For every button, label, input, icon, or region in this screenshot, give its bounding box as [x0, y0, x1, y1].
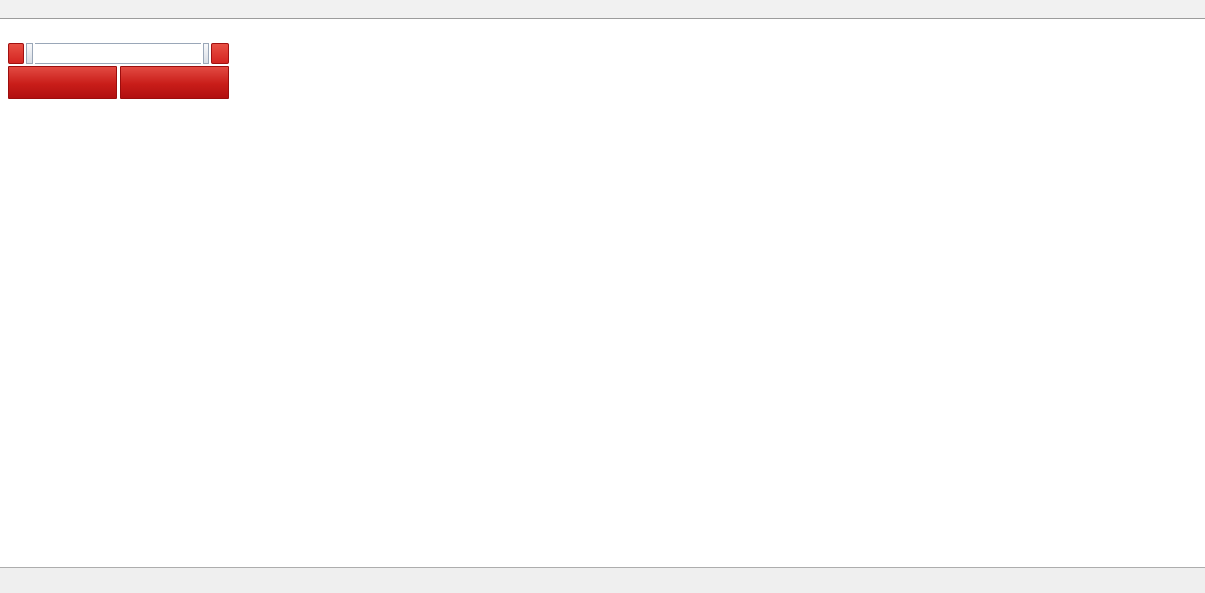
volume-down-button[interactable] [26, 43, 32, 64]
sell-button[interactable] [8, 43, 24, 64]
volume-input[interactable] [35, 43, 201, 64]
one-click-trade-widget [8, 43, 229, 99]
chart-tab-bar [0, 567, 1205, 593]
volume-up-button[interactable] [203, 43, 209, 64]
sell-price-box[interactable] [8, 66, 117, 99]
buy-button[interactable] [211, 43, 229, 64]
tab-scroll-arrows [1185, 568, 1195, 593]
buy-price-box[interactable] [120, 66, 229, 99]
trading-platform-window [0, 0, 1205, 593]
timeframe-toolbar [0, 0, 1205, 19]
